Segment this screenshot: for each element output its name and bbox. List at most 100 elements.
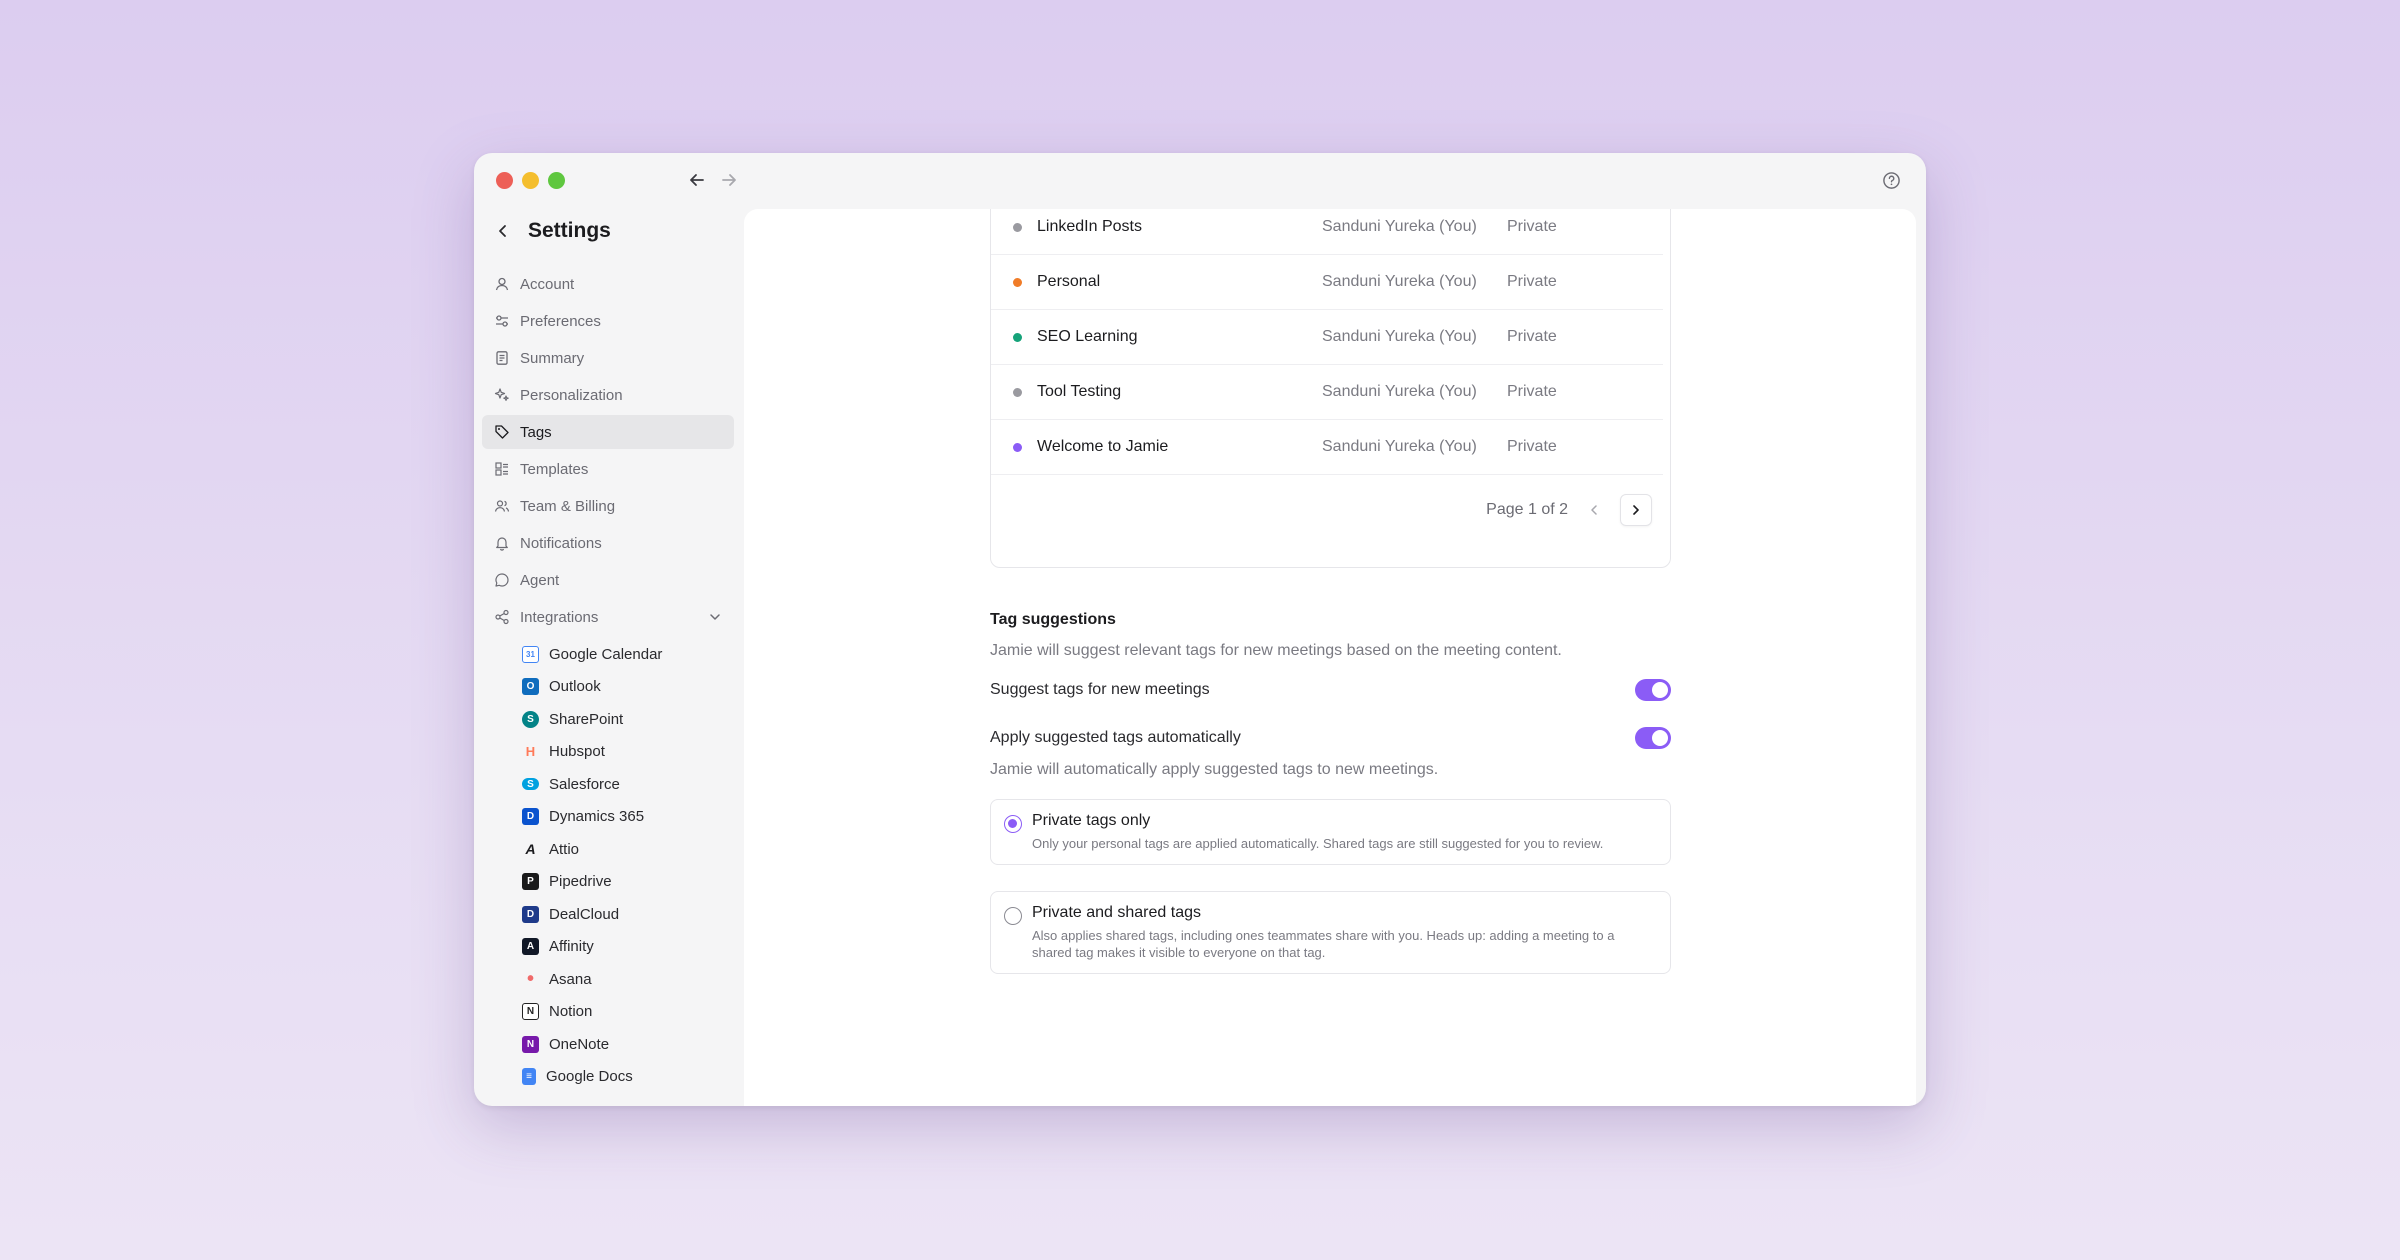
integration-outlook[interactable]: O Outlook [482,671,734,704]
asana-icon: • [526,967,534,990]
sliders-icon [496,315,508,327]
sparkle-icon [494,388,509,401]
prev-page-button[interactable] [1578,494,1610,526]
integration-label: Google Docs [546,1068,633,1086]
sidebar-item-personalization[interactable]: Personalization [482,378,734,412]
table-row[interactable]: Welcome to Jamie Sanduni Yureka (You) Pr… [991,420,1663,475]
bell-icon [496,537,508,551]
sidebar-item-summary[interactable]: Summary [482,341,734,375]
close-window-button[interactable] [496,172,513,189]
nav-forward-button[interactable] [716,167,742,193]
notion-icon: N [522,1003,539,1021]
table-row[interactable]: LinkedIn Posts Sanduni Yureka (You) Priv… [991,209,1663,255]
google-calendar-icon: 31 [522,645,539,663]
chevron-down-icon[interactable] [708,610,722,624]
minimize-window-button[interactable] [522,172,539,189]
sidebar-item-agent[interactable]: Agent [482,563,734,597]
radio-unselected[interactable] [1004,907,1022,925]
integration-label: Asana [549,970,592,988]
tag-owner: Sanduni Yureka (You) [1322,383,1477,400]
apply-tags-setting: Apply suggested tags automatically [990,725,1671,751]
table-row[interactable]: SEO Learning Sanduni Yureka (You) Privat… [991,310,1663,365]
apply-tags-toggle[interactable] [1635,727,1671,749]
template-icon [495,462,508,476]
integration-dynamics-365[interactable]: D Dynamics 365 [482,801,734,834]
tag-owner: Sanduni Yureka (You) [1322,328,1477,345]
sidebar-item-account[interactable]: Account [482,267,734,301]
user-icon [495,277,509,291]
integrations-list: 31 Google Calendar O Outlook S SharePoint H… [482,638,734,1093]
chevron-left-icon [1591,505,1597,515]
tag-visibility: Private [1507,438,1557,455]
table-row[interactable]: Personal Sanduni Yureka (You) Private [991,255,1663,310]
integration-salesforce[interactable]: S Salesforce [482,768,734,801]
google-docs-icon: ≡ [522,1068,536,1086]
sidebar-item-integrations[interactable]: Integrations [482,600,734,634]
suggest-tags-toggle[interactable] [1635,679,1671,701]
integration-affinity[interactable]: A Affinity [482,931,734,964]
title-bar [474,153,1926,209]
integration-google-docs[interactable]: ≡ Google Docs [482,1061,734,1094]
option-private-tags-only[interactable]: Private tags only Only your personal tag… [990,799,1671,865]
integration-label: Google Calendar [549,645,663,663]
integration-notion[interactable]: N Notion [482,996,734,1029]
chevron-right-icon [1633,505,1639,515]
suggest-tags-setting: Suggest tags for new meetings [990,677,1671,703]
sidebar-item-label: Agent [520,571,560,589]
sidebar-item-preferences[interactable]: Preferences [482,304,734,338]
integration-pipedrive[interactable]: P Pipedrive [482,866,734,899]
settings-title: Settings [528,219,611,242]
maximize-window-button[interactable] [548,172,565,189]
integration-asana[interactable]: • Asana [482,963,734,996]
tag-color-dot [1013,332,1022,342]
tag-visibility: Private [1507,328,1557,345]
integration-hubspot[interactable]: H Hubspot [482,736,734,769]
table-row[interactable]: Tool Testing Sanduni Yureka (You) Privat… [991,365,1663,420]
sidebar-item-notifications[interactable]: Notifications [482,526,734,560]
integration-google-calendar[interactable]: 31 Google Calendar [482,638,734,671]
attio-icon: A [525,841,536,858]
onenote-icon: N [522,1035,539,1053]
sidebar-item-label: Personalization [520,386,623,404]
sidebar-item-label: Preferences [520,312,601,330]
help-button[interactable] [1878,167,1904,193]
toggle-knob [1652,682,1668,698]
settings-header: Settings [492,219,611,243]
pagination: Page 1 of 2 [1486,494,1652,526]
chevron-left-icon [499,225,506,237]
tag-color-dot [1013,222,1022,232]
tag-color-dot [1013,442,1022,452]
sidebar-item-templates[interactable]: Templates [482,452,734,486]
integration-label: Notion [549,1003,593,1021]
tag-name: LinkedIn Posts [1037,218,1142,235]
option-title: Private and shared tags [1032,904,1201,921]
integration-sharepoint[interactable]: S SharePoint [482,703,734,736]
sidebar-item-label: Team & Billing [520,497,616,515]
settings-back-button[interactable] [492,220,514,242]
sidebar-item-tags[interactable]: Tags [482,415,734,449]
sidebar-item-label: Summary [520,349,585,367]
nav-back-button[interactable] [684,167,710,193]
integration-attio[interactable]: A Attio [482,833,734,866]
next-page-button[interactable] [1620,494,1652,526]
option-description: Also applies shared tags, including ones… [1032,928,1615,960]
chat-icon [495,573,509,587]
section-description: Jamie will suggest relevant tags for new… [990,642,1562,659]
option-private-and-shared-tags[interactable]: Private and shared tags Also applies sha… [990,891,1671,974]
tag-visibility: Private [1507,383,1557,400]
radio-selected[interactable] [1004,815,1022,833]
tag-visibility: Private [1507,273,1557,290]
integration-label: OneNote [549,1035,610,1053]
integration-label: Hubspot [549,743,605,761]
sidebar-item-label: Tags [520,423,552,441]
settings-sidebar: Settings Account Preferences Summary Per… [474,209,744,1106]
pipedrive-icon: P [522,873,539,891]
suggest-tags-label: Suggest tags for new meetings [990,681,1210,698]
sidebar-item-team-billing[interactable]: Team & Billing [482,489,734,523]
integration-label: Outlook [549,678,601,696]
integration-label: Dynamics 365 [549,808,645,826]
integration-label: Pipedrive [549,873,612,891]
tag-visibility: Private [1507,218,1557,235]
integration-onenote[interactable]: N OneNote [482,1028,734,1061]
integration-dealcloud[interactable]: D DealCloud [482,898,734,931]
